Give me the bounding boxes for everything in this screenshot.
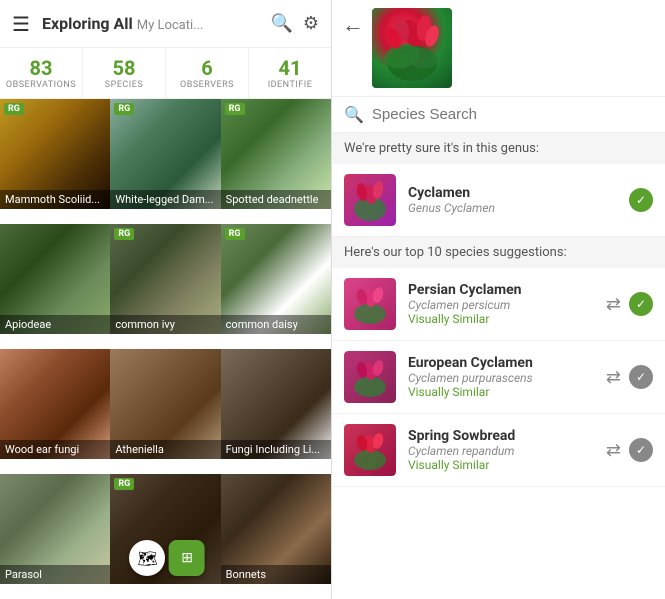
genus-thumb xyxy=(344,174,396,226)
genus-name: Cyclamen xyxy=(408,185,629,201)
genus-info: Cyclamen Genus Cyclamen xyxy=(408,185,629,215)
swap-icon-3[interactable]: ⇄ xyxy=(606,440,621,461)
rg-badge: RG xyxy=(225,103,245,115)
genus-actions: ✓ xyxy=(629,188,653,212)
suggestion-info-1: Persian Cyclamen Cyclamen persicum Visua… xyxy=(408,282,606,326)
grid-label: common daisy xyxy=(221,315,331,334)
grid-label: common ivy xyxy=(110,315,220,334)
grid-item-1[interactable]: RG Mammoth Scoliid... xyxy=(0,99,110,209)
genus-check-icon[interactable]: ✓ xyxy=(629,188,653,212)
grid-item-12[interactable]: Bonnets xyxy=(221,474,331,584)
stat-identified[interactable]: 41 IDENTIFIE xyxy=(249,48,331,98)
suggestion-info-3: Spring Sowbread Cyclamen repandum Visual… xyxy=(408,428,606,472)
suggestion-actions-1: ⇄ ✓ xyxy=(606,292,653,316)
suggestion-name-1: Persian Cyclamen xyxy=(408,282,606,298)
grid-item-4[interactable]: Apiodeae xyxy=(0,224,110,334)
suggestion-sci-2: Cyclamen purpurascens xyxy=(408,371,606,385)
check-icon-1[interactable]: ✓ xyxy=(629,292,653,316)
suggestion-item-2[interactable]: European Cyclamen Cyclamen purpurascens … xyxy=(332,341,665,414)
grid-item-9[interactable]: Fungi Including Li... xyxy=(221,349,331,459)
grid-label: Wood ear fungi xyxy=(0,440,110,459)
grid-item-7[interactable]: Wood ear fungi xyxy=(0,349,110,459)
suggestion-actions-3: ⇄ ✓ xyxy=(606,438,653,462)
check-icon-3[interactable]: ✓ xyxy=(629,438,653,462)
right-header: ← xyxy=(332,0,665,97)
search-icon[interactable]: 🔍 xyxy=(270,13,292,34)
grid-item-3[interactable]: RG Spotted deadnettle xyxy=(221,99,331,209)
back-arrow-icon[interactable]: ← xyxy=(342,12,364,38)
grid-label: Mammoth Scoliid... xyxy=(0,190,110,209)
suggestion-actions-2: ⇄ ✓ xyxy=(606,365,653,389)
check-icon-2[interactable]: ✓ xyxy=(629,365,653,389)
right-panel: ← 🔍 We're pretty sure it's in th xyxy=(332,0,665,599)
grid-item-6[interactable]: RG common daisy xyxy=(221,224,331,334)
rg-badge: RG xyxy=(4,103,24,115)
suggestion-sci-1: Cyclamen persicum xyxy=(408,298,606,312)
observations-grid: RG Mammoth Scoliid... RG White-legged Da… xyxy=(0,99,331,599)
stat-observers[interactable]: 6 OBSERVERS xyxy=(166,48,249,98)
location-text: My Locati... xyxy=(137,18,204,33)
suggestion-similar-3: Visually Similar xyxy=(408,458,606,472)
suggestion-similar-2: Visually Similar xyxy=(408,385,606,399)
grid-item-2[interactable]: RG White-legged Dam... xyxy=(110,99,220,209)
top-bar: ☰ Exploring All My Locati... 🔍 ⚙ xyxy=(0,0,331,48)
stat-observations[interactable]: 83 OBSERVATIONS xyxy=(0,48,83,98)
suggestion-item-1[interactable]: Persian Cyclamen Cyclamen persicum Visua… xyxy=(332,268,665,341)
genus-section-header: We're pretty sure it's in this genus: xyxy=(332,133,665,164)
map-button[interactable]: 🗺 xyxy=(129,540,165,576)
rg-badge: RG xyxy=(114,103,134,115)
search-icon: 🔍 xyxy=(344,105,364,124)
suggestion-name-3: Spring Sowbread xyxy=(408,428,606,444)
grid-item-5[interactable]: RG common ivy xyxy=(110,224,220,334)
suggestion-thumb-2 xyxy=(344,351,396,403)
stats-bar: 83 OBSERVATIONS 58 SPECIES 6 OBSERVERS 4… xyxy=(0,48,331,99)
suggestion-info-2: European Cyclamen Cyclamen purpurascens … xyxy=(408,355,606,399)
suggestion-name-2: European Cyclamen xyxy=(408,355,606,371)
species-search-input[interactable] xyxy=(372,106,653,123)
hamburger-icon[interactable]: ☰ xyxy=(12,12,30,36)
search-bar: 🔍 xyxy=(332,97,665,133)
suggestion-similar-1: Visually Similar xyxy=(408,312,606,326)
grid-label: Parasol xyxy=(0,565,110,584)
title-text: Exploring All xyxy=(42,14,133,33)
suggestion-thumb-1 xyxy=(344,278,396,330)
grid-label: Spotted deadnettle xyxy=(221,190,331,209)
suggestions-section-header: Here's our top 10 species suggestions: xyxy=(332,237,665,268)
genus-item[interactable]: Cyclamen Genus Cyclamen ✓ xyxy=(332,164,665,237)
grid-item-8[interactable]: Atheniella xyxy=(110,349,220,459)
swap-icon-1[interactable]: ⇄ xyxy=(606,294,621,315)
left-panel: ☰ Exploring All My Locati... 🔍 ⚙ 83 OBSE… xyxy=(0,0,332,599)
app-title: Exploring All My Locati... xyxy=(42,14,261,33)
grid-item-10[interactable]: Parasol xyxy=(0,474,110,584)
plant-image xyxy=(372,8,452,88)
rg-badge: RG xyxy=(114,478,134,490)
grid-label: Apiodeae xyxy=(0,315,110,334)
stat-species[interactable]: 58 SPECIES xyxy=(83,48,166,98)
rg-badge: RG xyxy=(114,228,134,240)
grid-button[interactable]: ⊞ xyxy=(169,540,205,576)
suggestion-item-3[interactable]: Spring Sowbread Cyclamen repandum Visual… xyxy=(332,414,665,487)
filter-icon[interactable]: ⚙ xyxy=(303,13,319,34)
grid-item-11[interactable]: RG 🗺 ⊞ xyxy=(110,474,220,584)
suggestion-sci-3: Cyclamen repandum xyxy=(408,444,606,458)
grid-label: Fungi Including Li... xyxy=(221,440,331,459)
grid-label: White-legged Dam... xyxy=(110,190,220,209)
swap-icon-2[interactable]: ⇄ xyxy=(606,367,621,388)
genus-sci: Genus Cyclamen xyxy=(408,201,629,215)
suggestion-thumb-3 xyxy=(344,424,396,476)
grid-label: Atheniella xyxy=(110,440,220,459)
grid-label: Bonnets xyxy=(221,565,331,584)
rg-badge: RG xyxy=(225,228,245,240)
